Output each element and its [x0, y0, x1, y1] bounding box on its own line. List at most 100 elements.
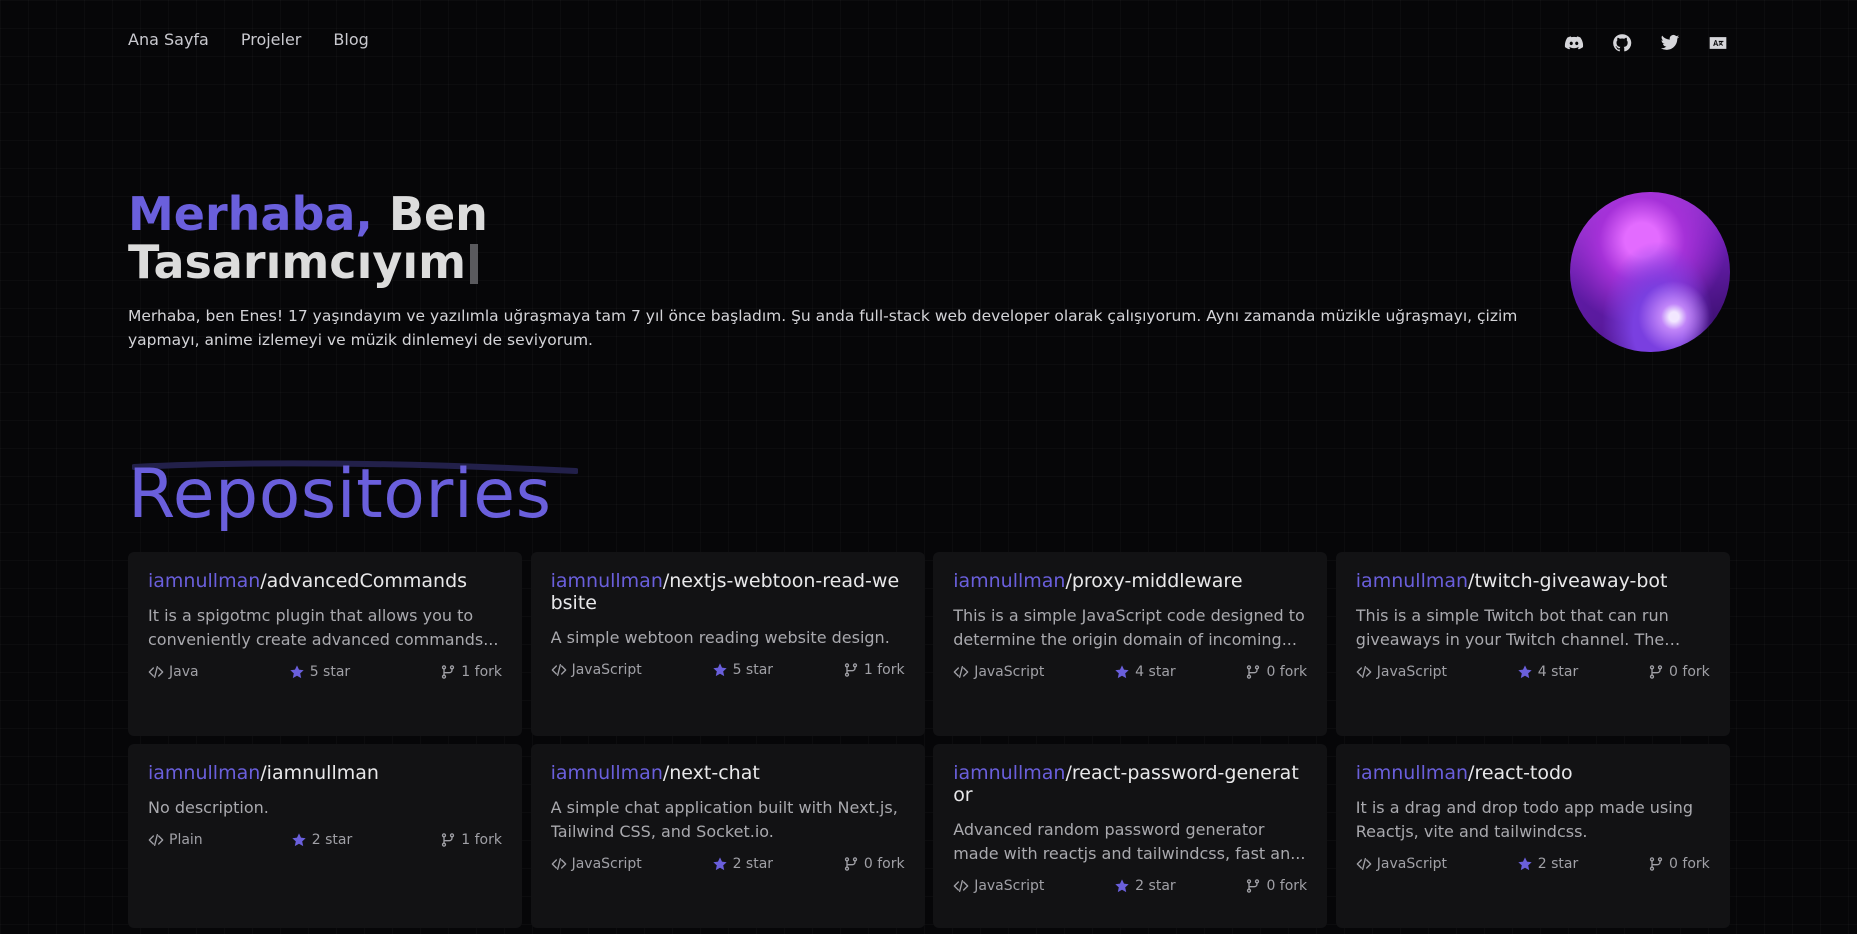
- star-icon: [1517, 856, 1533, 872]
- repo-owner: iamnullman: [953, 762, 1066, 784]
- repo-name[interactable]: iamnullman/advancedCommands: [148, 570, 502, 592]
- repo-language: Plain: [148, 832, 203, 848]
- repo-stars: 4 star: [1114, 664, 1176, 680]
- repo-description: It is a drag and drop todo app made usin…: [1355, 798, 1693, 841]
- star-icon: [712, 662, 728, 678]
- twitter-icon[interactable]: [1659, 32, 1681, 54]
- stars-label: 2 star: [1537, 856, 1579, 872]
- repo-meta: JavaScript 2 star 0 fork: [1356, 856, 1710, 872]
- typing-caret: [470, 244, 479, 284]
- repo-language: JavaScript: [551, 856, 642, 872]
- repo-slug: /iamnullman: [260, 762, 379, 784]
- repo-owner: iamnullman: [1355, 762, 1469, 784]
- forks-label: 1 fork: [461, 832, 502, 848]
- fork-icon: [1245, 664, 1261, 680]
- hero-greeting: Merhaba,: [128, 187, 373, 241]
- repo-card[interactable]: iamnullman/twitch-giveaway-bot This is a …: [1335, 552, 1730, 736]
- hero-title-line2: Tasarımcıyım: [128, 238, 488, 286]
- repo-name[interactable]: iamnullman/iamnullman: [148, 762, 502, 784]
- code-icon: [953, 664, 969, 680]
- repo-language: JavaScript: [551, 662, 642, 678]
- repo-forks: 1 fork: [440, 832, 502, 848]
- nav-item-blog[interactable]: Blog: [333, 30, 368, 49]
- fork-icon: [1648, 856, 1664, 872]
- repo-description: This is a simple Twitch bot that can run…: [1355, 606, 1669, 649]
- repo-slug: /twitch-giveaway-bot: [1468, 570, 1668, 592]
- stars-label: 2 star: [732, 856, 774, 872]
- repositories-heading: Repositories: [128, 455, 552, 534]
- stars-label: 5 star: [309, 664, 351, 680]
- repo-name[interactable]: iamnullman/twitch-giveaway-bot: [1356, 570, 1710, 592]
- repo-stars: 5 star: [289, 664, 350, 680]
- repo-owner: iamnullman: [550, 762, 663, 784]
- repo-forks: 1 fork: [440, 664, 502, 680]
- repo-meta: JavaScript 4 star 0 fork: [953, 664, 1307, 680]
- repo-forks: 0 fork: [1648, 856, 1710, 872]
- nav-item-home[interactable]: Ana Sayfa: [128, 30, 209, 49]
- translate-icon[interactable]: [1707, 32, 1729, 54]
- repo-description: Advanced random password generator made …: [953, 820, 1306, 863]
- repo-stars: 5 star: [712, 662, 773, 678]
- star-icon: [712, 856, 728, 872]
- nav-item-projects[interactable]: Projeler: [241, 30, 302, 49]
- repo-forks: 0 fork: [1245, 664, 1307, 680]
- fork-icon: [440, 664, 456, 680]
- repo-card[interactable]: iamnullman/advancedCommands It is a spigo…: [128, 552, 522, 736]
- repo-slug: /next-chat: [662, 762, 760, 784]
- repo-card[interactable]: iamnullman/iamnullman No description. Plai…: [128, 744, 522, 928]
- repo-language: JavaScript: [1356, 856, 1447, 872]
- repo-name[interactable]: iamnullman/proxy-middleware: [953, 570, 1307, 592]
- forks-label: 0 fork: [1266, 664, 1308, 680]
- repo-name[interactable]: iamnullman/nextjs-webtoon-read-website: [551, 570, 905, 614]
- repo-language: JavaScript: [953, 664, 1044, 680]
- hero-title-rest: Ben: [372, 187, 488, 241]
- github-icon[interactable]: [1611, 32, 1633, 54]
- repo-slug: /proxy-middleware: [1065, 570, 1243, 592]
- repo-stars: 2 star: [1517, 856, 1578, 872]
- star-icon: [291, 832, 307, 848]
- hero-title: Merhaba, Ben Tasarımcıyım: [128, 190, 488, 286]
- repo-forks: 0 fork: [1245, 878, 1307, 894]
- repo-owner: iamnullman: [1355, 570, 1469, 592]
- repo-meta: JavaScript 2 star 0 fork: [551, 856, 905, 872]
- repo-stars: 4 star: [1517, 664, 1578, 680]
- repo-meta: Java 5 star 1 fork: [148, 664, 502, 680]
- code-icon: [148, 832, 164, 848]
- repo-card[interactable]: iamnullman/proxy-middleware This is a sim…: [933, 552, 1328, 736]
- fork-icon: [1648, 664, 1664, 680]
- stars-label: 5 star: [732, 662, 774, 678]
- avatar: [1570, 192, 1730, 352]
- stars-label: 4 star: [1135, 664, 1176, 680]
- repo-language: Java: [148, 664, 199, 680]
- discord-icon[interactable]: [1563, 32, 1585, 54]
- repo-owner: iamnullman: [953, 570, 1066, 592]
- repo-stars: 2 star: [712, 856, 773, 872]
- language-label: JavaScript: [571, 662, 642, 678]
- repo-name[interactable]: iamnullman/react-todo: [1356, 762, 1710, 784]
- forks-label: 0 fork: [1266, 878, 1308, 894]
- repo-forks: 1 fork: [843, 662, 905, 678]
- code-icon: [1356, 856, 1372, 872]
- repo-name[interactable]: iamnullman/react-password-generator: [953, 762, 1307, 806]
- repo-card[interactable]: iamnullman/next-chat A simple chat applic…: [530, 744, 925, 928]
- repo-card[interactable]: iamnullman/react-password-generator Advan…: [933, 744, 1328, 928]
- code-icon: [953, 878, 969, 894]
- forks-label: 1 fork: [863, 662, 905, 678]
- fork-icon: [1245, 878, 1261, 894]
- language-label: JavaScript: [974, 878, 1045, 894]
- repo-name[interactable]: iamnullman/next-chat: [551, 762, 905, 784]
- fork-icon: [843, 856, 859, 872]
- code-icon: [551, 662, 567, 678]
- repo-description: A simple webtoon reading website design.: [550, 628, 890, 647]
- code-icon: [148, 664, 164, 680]
- repo-grid: iamnullman/advancedCommands It is a spigo…: [128, 552, 1730, 928]
- repo-card[interactable]: iamnullman/nextjs-webtoon-read-website A …: [530, 552, 925, 736]
- repo-owner: iamnullman: [148, 762, 261, 784]
- repo-language: JavaScript: [1356, 664, 1447, 680]
- language-label: JavaScript: [974, 664, 1045, 680]
- repo-meta: JavaScript 4 star 0 fork: [1356, 664, 1710, 680]
- hero-title-role: Tasarımcıyım: [128, 235, 467, 289]
- star-icon: [289, 664, 305, 680]
- repo-card[interactable]: iamnullman/react-todo It is a drag and dr…: [1335, 744, 1730, 928]
- star-icon: [1517, 664, 1533, 680]
